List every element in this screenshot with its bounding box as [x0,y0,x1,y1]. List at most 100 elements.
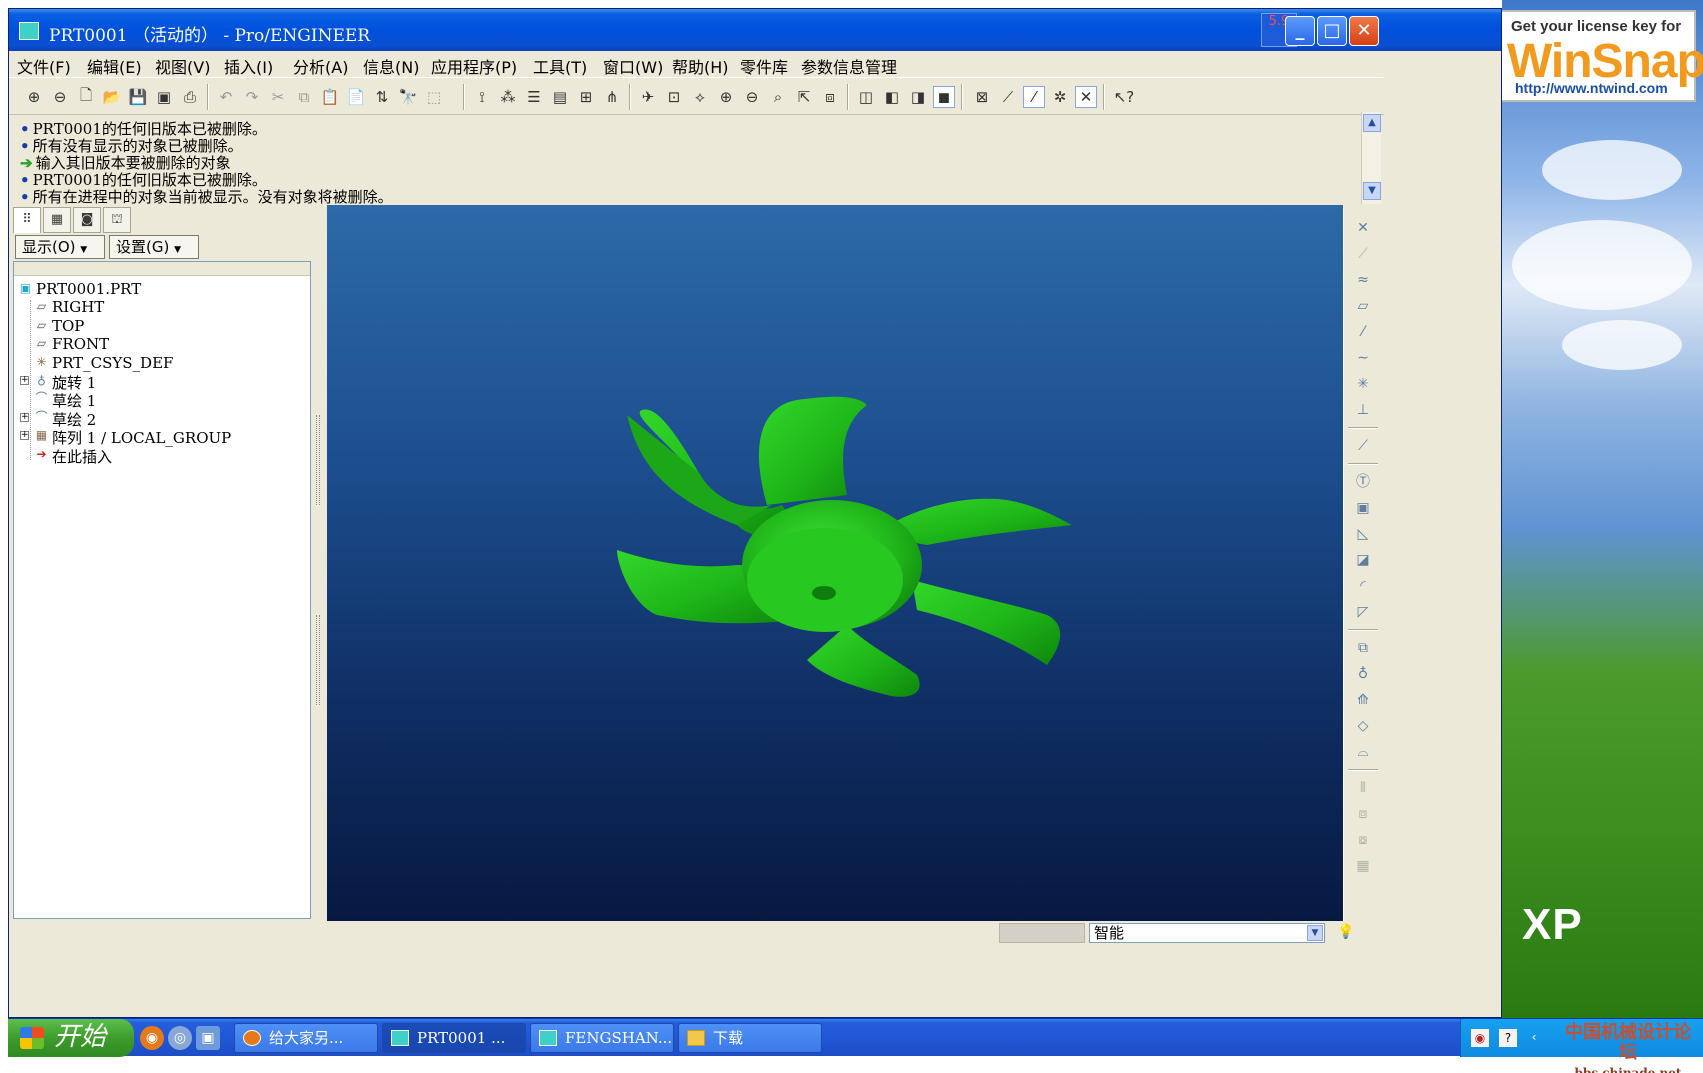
shell-icon[interactable]: ▣ [1352,497,1374,519]
message-scrollbar[interactable]: ▲ ▼ [1361,112,1381,204]
undo-icon[interactable]: ↶ [215,86,237,108]
zoom-out-icon[interactable]: ⊖ [741,86,763,108]
scroll-up-icon[interactable]: ▲ [1363,114,1381,132]
style-icon[interactable]: ⌓ [1352,741,1374,763]
show-desktop-icon[interactable]: ▣ [196,1026,220,1050]
close-button[interactable]: ✕ [1349,16,1379,46]
minimize-button[interactable]: _ [1285,16,1315,46]
tray-expand-icon[interactable]: ‹ [1525,1029,1543,1047]
task-firefox[interactable]: 给大家另... [234,1023,378,1053]
panel-splitter[interactable] [313,205,325,921]
paste-special-icon[interactable]: 📄 [345,86,367,108]
revolve-tool-icon[interactable]: ♁ [1352,663,1374,685]
datum-plane-tool-icon[interactable]: ⟋ [1352,243,1374,265]
graphics-window[interactable] [327,205,1343,921]
chevron-down-icon[interactable]: ▼ [1307,925,1323,941]
datum-tools-icon[interactable]: ✕ [1352,217,1374,239]
cut-icon[interactable]: ✂ [267,86,289,108]
zoom-in-icon[interactable]: ⊕ [715,86,737,108]
fan-model[interactable] [327,205,1343,921]
axis-tool-icon[interactable]: ⁄ [1352,321,1374,343]
tree-filter-icon[interactable]: ⋔ [601,86,623,108]
title-bar[interactable]: PRT0001 （活动的） - Pro/ENGINEER 5.9 _ □ ✕ [9,9,1501,51]
hidden-line-icon[interactable]: ◧ [881,86,903,108]
tab-connections[interactable]: ⛫ [103,207,131,233]
menu-view[interactable]: 视图(V) [155,54,210,78]
menu-part-library[interactable]: 零件库 [740,54,788,78]
scroll-down-icon[interactable]: ▼ [1363,182,1381,200]
mirror-icon[interactable]: ⫴ [1352,777,1374,799]
context-help-icon[interactable]: ↖? [1113,86,1135,108]
csys-tool-icon[interactable]: ⊥ [1352,399,1374,421]
tray-app-icon[interactable]: ◉ [1471,1029,1489,1047]
save-icon[interactable]: 💾 [127,86,149,108]
menu-analysis[interactable]: 分析(A) [293,54,348,78]
menu-parameter-management[interactable]: 参数信息管理 [801,54,897,78]
pattern-tool-icon[interactable]: ▦ [1352,855,1374,877]
paste-icon[interactable]: 📋 [319,86,341,108]
new-file-icon[interactable]: 🗋 [75,86,97,108]
maximize-button[interactable]: □ [1317,16,1347,46]
open-folder-icon[interactable]: 📂 [101,86,123,108]
orient-icon[interactable]: ✈ [637,86,659,108]
zoom-fit-icon[interactable]: ⌕ [767,86,789,108]
find-icon[interactable]: 🔭 [397,86,419,108]
menu-help[interactable]: 帮助(H) [672,54,729,78]
task-fengshan[interactable]: FENGSHAN... [530,1023,674,1053]
reorient-icon[interactable]: ⇱ [793,86,815,108]
round-icon[interactable]: ◜ [1352,575,1374,597]
menu-tools[interactable]: 工具(T) [533,54,587,78]
menu-info[interactable]: 信息(N) [363,54,419,78]
firefox-quicklaunch-icon[interactable]: ◉ [140,1026,164,1050]
print-icon[interactable]: ⎙ [179,86,201,108]
tab-model-tree[interactable]: ⠿ [13,207,41,233]
datum-point-icon[interactable]: ⁂ [497,86,519,108]
refit-icon[interactable]: ⊡ [663,86,685,108]
sketch-tool-icon[interactable]: ≈ [1352,269,1374,291]
messenger-quicklaunch-icon[interactable]: ◎ [168,1026,192,1050]
csys-display-icon[interactable]: ⊞ [575,86,597,108]
hole-icon[interactable]: Ⓣ [1352,471,1374,493]
sketcher-icon[interactable]: ⟋ [1352,435,1374,457]
start-button[interactable]: 开始 [8,1019,134,1057]
shading-icon[interactable]: ◼ [933,86,955,108]
trim-icon[interactable]: ⧇ [1352,829,1374,851]
show-dropdown[interactable]: 显示(O) ▼ [15,235,105,259]
extrude-icon[interactable]: ⧉ [1352,637,1374,659]
expand-icon[interactable]: + [20,431,29,441]
tray-help-icon[interactable]: ? [1499,1029,1517,1047]
menu-window[interactable]: 窗口(W) [603,54,663,78]
status-bulb-icon[interactable]: 💡 [1337,924,1354,940]
copy-icon[interactable]: ⧉ [293,86,315,108]
spin-center-toggle-icon[interactable]: ✕ [1075,86,1097,108]
task-downloads[interactable]: 下载 [678,1023,822,1053]
expand-icon[interactable]: + [20,376,29,385]
tab-favorites[interactable]: ◙ [73,207,101,233]
splitter-grip[interactable] [316,415,320,505]
variable-sweep-icon[interactable]: ⟰ [1352,689,1374,711]
point-tool-icon[interactable]: ✳ [1352,373,1374,395]
layers-icon[interactable]: ☰ [523,86,545,108]
selection-filter[interactable]: 智能 ▼ [1089,923,1325,943]
menu-applications[interactable]: 应用程序(P) [431,54,517,78]
task-prt0001[interactable]: PRT0001 ... [382,1023,526,1053]
tab-folder-browser[interactable]: ▦ [43,207,71,233]
blend-icon[interactable]: ◇ [1352,715,1374,737]
plane-tool-icon[interactable]: ▱ [1352,295,1374,317]
menu-edit[interactable]: 编辑(E) [87,54,142,78]
datum-points-toggle-icon[interactable]: ⁄ [1023,86,1045,108]
view-manager-icon[interactable]: ▤ [549,86,571,108]
select-box-icon[interactable]: ⬚ [423,86,445,108]
draft-icon[interactable]: ◪ [1352,549,1374,571]
redo-icon[interactable]: ↷ [241,86,263,108]
wireframe-icon[interactable]: ◫ [855,86,877,108]
datum-axes-toggle-icon[interactable]: ⟋ [997,86,1019,108]
curve-tool-icon[interactable]: ∼ [1352,347,1374,369]
datum-axis-icon[interactable]: ⟟ [471,86,493,108]
save-copy-icon[interactable]: ▣ [153,86,175,108]
merge-icon[interactable]: ⧈ [1352,803,1374,825]
menu-file[interactable]: 文件(F) [17,54,71,78]
menu-insert[interactable]: 插入(I) [224,54,273,78]
csys-toggle-icon[interactable]: ✲ [1049,86,1071,108]
spin-center-icon[interactable]: ⟡ [689,86,711,108]
